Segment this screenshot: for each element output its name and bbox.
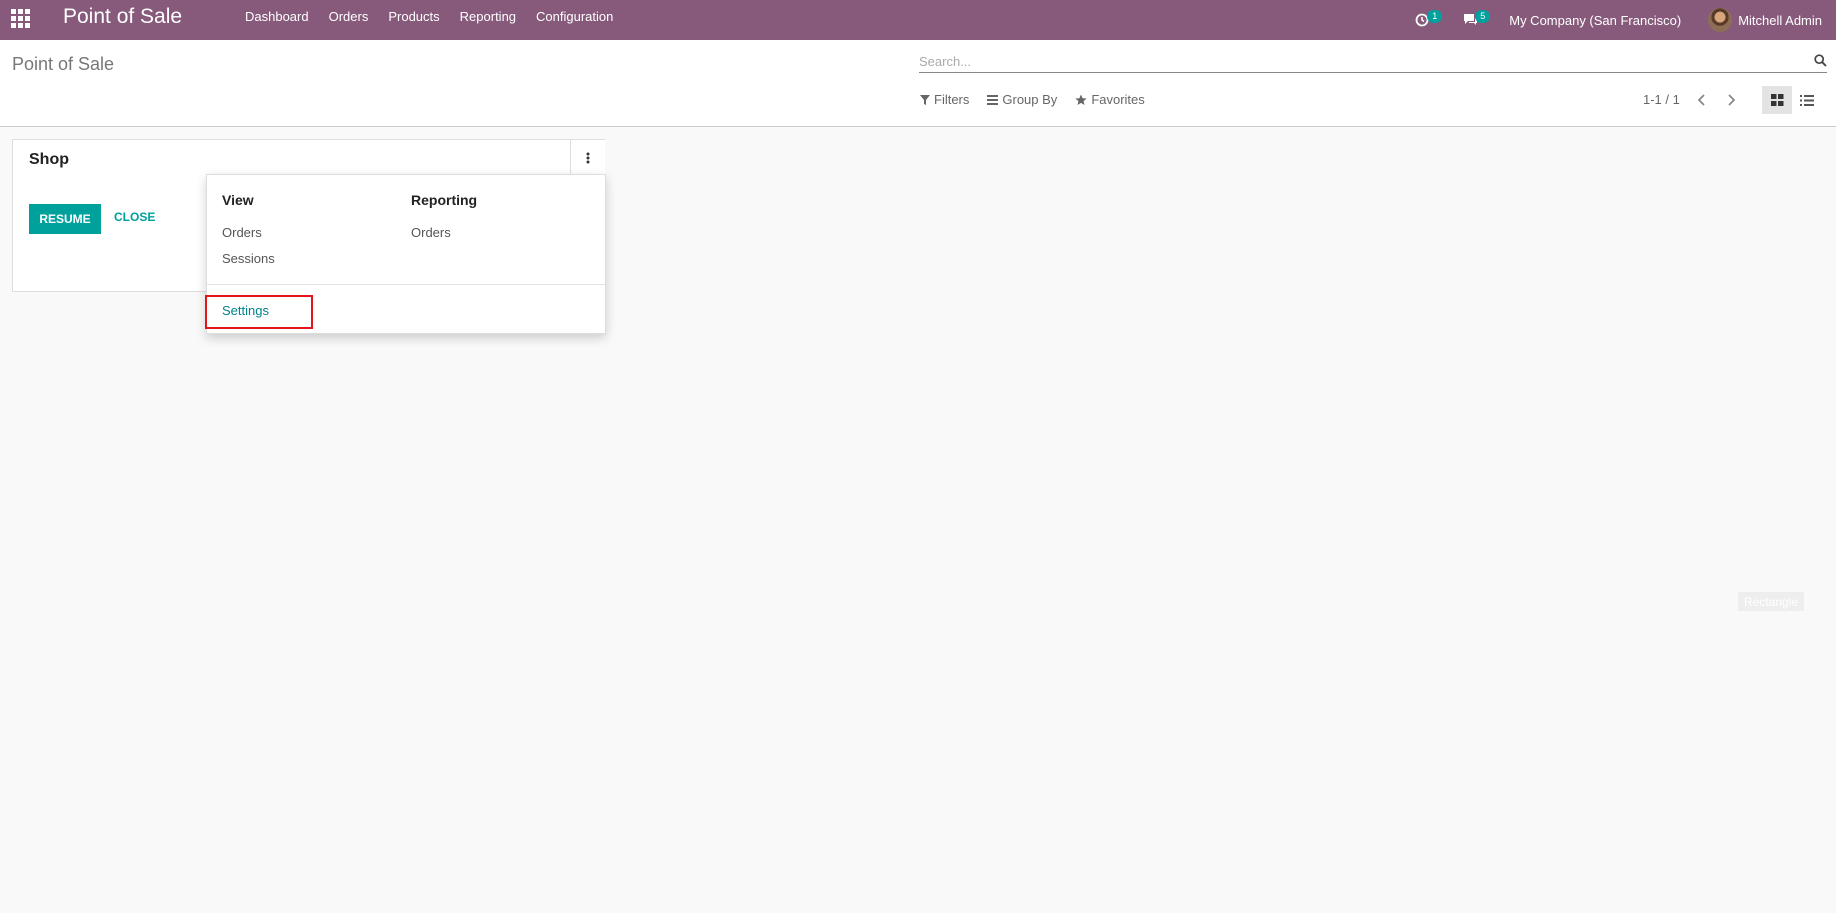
search-icon[interactable] — [1814, 54, 1827, 67]
chevron-left-icon[interactable] — [1697, 94, 1707, 106]
messaging-button[interactable]: 5 — [1461, 8, 1491, 32]
menu-item-configuration[interactable]: Configuration — [536, 9, 613, 24]
chevron-right-icon[interactable] — [1726, 94, 1736, 106]
close-button[interactable]: CLOSE — [114, 210, 155, 224]
main-menu: Dashboard Orders Products Reporting Conf… — [245, 9, 633, 24]
view-orders-link[interactable]: Orders — [222, 225, 262, 240]
top-navbar: Point of Sale Dashboard Orders Products … — [0, 0, 1836, 40]
favorites-label: Favorites — [1091, 92, 1145, 107]
star-icon — [1075, 94, 1087, 105]
favorites-button[interactable]: Favorites — [1075, 92, 1145, 107]
breadcrumb: Point of Sale — [12, 54, 115, 74]
bars-icon — [987, 94, 999, 105]
messages-count-badge: 5 — [1475, 10, 1491, 23]
menu-item-dashboard[interactable]: Dashboard — [245, 9, 309, 24]
menu-item-orders[interactable]: Orders — [329, 9, 369, 24]
resume-button[interactable]: RESUME — [29, 204, 101, 234]
search-input[interactable] — [919, 50, 1799, 72]
list-icon — [1800, 94, 1814, 106]
systray: 1 5 My Company (San Francisco) Mitchell … — [1413, 0, 1836, 40]
settings-highlight-box — [205, 295, 313, 329]
filters-button[interactable]: Filters — [920, 92, 969, 107]
filters-label: Filters — [934, 92, 970, 107]
kanban-view-button[interactable] — [1762, 86, 1792, 114]
apps-menu-icon[interactable] — [11, 9, 30, 28]
group-by-button[interactable]: Group By — [987, 92, 1057, 107]
pager-value[interactable]: 1-1 / 1 — [1643, 92, 1680, 107]
view-section-title: View — [222, 192, 254, 208]
card-title: Shop — [29, 151, 69, 168]
dropdown-divider — [207, 284, 605, 285]
control-panel: Point of Sale Filters Group By Favorites… — [0, 40, 1836, 127]
company-switcher[interactable]: My Company (San Francisco) — [1509, 13, 1681, 28]
user-menu[interactable]: Mitchell Admin — [1708, 8, 1822, 32]
vertical-ellipsis-icon — [586, 152, 590, 163]
activity-button[interactable]: 1 — [1413, 8, 1443, 32]
filter-icon — [920, 94, 930, 105]
view-switcher — [1762, 86, 1822, 114]
app-brand[interactable]: Point of Sale — [63, 5, 182, 29]
reporting-orders-link[interactable]: Orders — [411, 225, 451, 240]
kanban-icon — [1770, 94, 1783, 106]
view-sessions-link[interactable]: Sessions — [222, 251, 275, 266]
menu-item-products[interactable]: Products — [388, 9, 439, 24]
menu-item-reporting[interactable]: Reporting — [460, 9, 516, 24]
card-menu-toggle[interactable] — [570, 140, 605, 175]
search-box — [919, 50, 1827, 73]
group-by-label: Group By — [1002, 92, 1058, 107]
list-view-button[interactable] — [1792, 86, 1822, 114]
activity-count-badge: 1 — [1427, 10, 1443, 23]
user-name: Mitchell Admin — [1738, 12, 1822, 28]
search-options: Filters Group By Favorites — [920, 92, 1145, 107]
reporting-section-title: Reporting — [411, 192, 478, 208]
rectangle-label: Rectangle — [1738, 592, 1804, 611]
avatar — [1708, 8, 1733, 32]
